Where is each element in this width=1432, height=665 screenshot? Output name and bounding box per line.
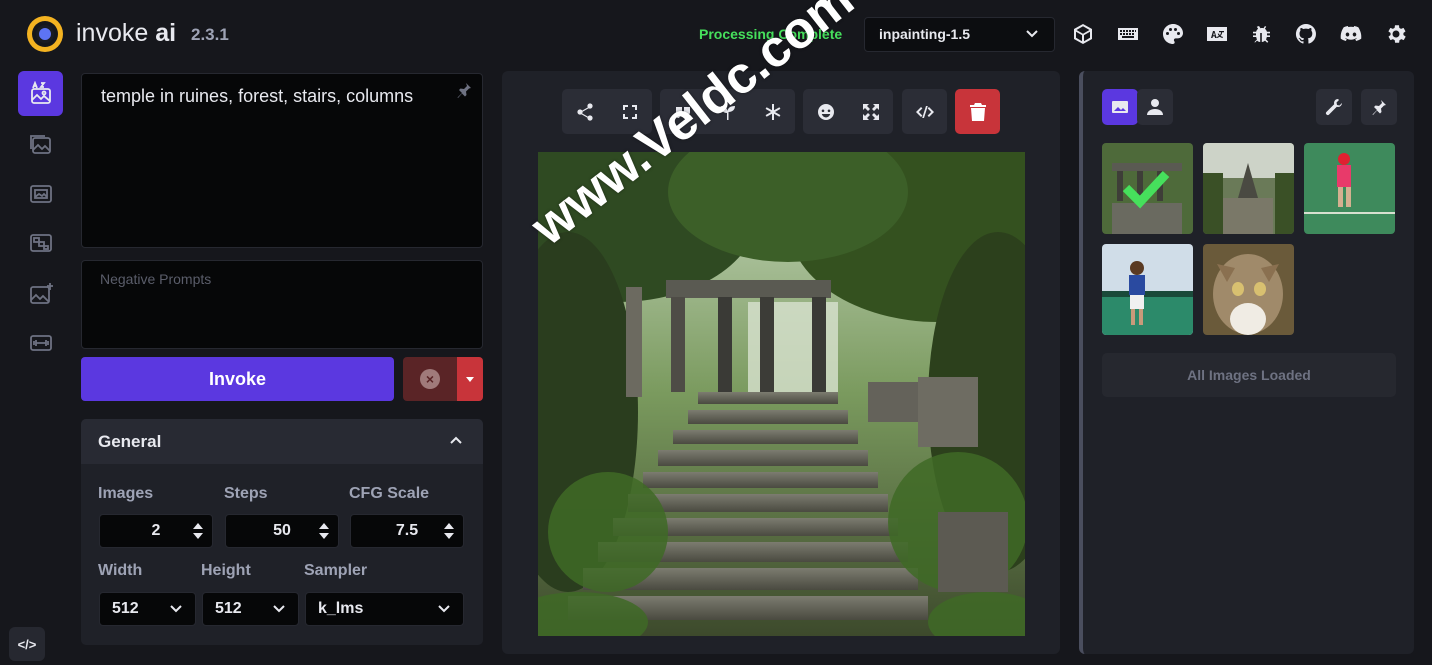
nav-training[interactable] [18,320,63,365]
height-select[interactable]: 512 [202,592,299,626]
close-icon: × [420,369,440,389]
cube-icon[interactable] [1069,20,1097,48]
gear-icon[interactable] [1382,20,1410,48]
cfg-scale-value: 7.5 [395,522,419,539]
brand-name: invoke ai [76,19,177,47]
user-icon [1147,99,1163,115]
image-icon [1112,101,1128,113]
steps-value: 50 [273,522,291,539]
gallery-user-tab[interactable] [1137,89,1173,125]
gallery-generations-tab[interactable] [1102,89,1138,125]
discord-icon[interactable] [1337,20,1365,48]
images-value: 2 [151,522,161,539]
logo-icon [27,16,63,52]
bug-icon[interactable] [1248,20,1276,48]
chevron-up-icon [450,436,462,444]
asterisk-icon [765,103,780,120]
all-images-loaded-status: All Images Loaded [1102,353,1396,397]
metadata-toolbar [902,89,947,134]
model-select[interactable]: inpainting-1.5 [864,17,1055,52]
gallery-thumbnail[interactable] [1304,143,1395,234]
code-icon: </> [17,636,37,652]
steps-label: Steps [224,485,268,502]
keyboard-icon[interactable] [1114,20,1142,48]
delete-image-button[interactable] [955,89,1000,134]
expand-arrows-icon [862,103,879,120]
prompt-input[interactable]: temple in ruines, forest, stairs, column… [81,73,483,248]
gallery-thumbnail[interactable] [1203,244,1294,335]
trash-icon [969,102,986,121]
gallery-settings-button[interactable] [1316,89,1352,125]
current-image [538,152,1025,636]
postprocessing-icon [29,282,53,304]
gallery-thumbnail[interactable] [1102,143,1193,234]
unified-canvas-icon [29,184,52,203]
prompt-text: temple in ruines, forest, stairs, column… [101,86,414,106]
width-value: 512 [112,600,139,617]
general-title: General [98,432,162,451]
chevron-down-icon [438,605,450,613]
images-input[interactable]: 2 [99,514,213,548]
share-button[interactable] [562,89,607,134]
chevron-down-icon [1026,30,1038,38]
caret-down-icon [466,377,474,382]
wrench-icon [1325,99,1342,116]
show-metadata-button[interactable] [902,89,947,134]
chevron-down-icon [273,605,285,613]
gallery-thumbnail[interactable] [1203,143,1294,234]
console-toggle-button[interactable]: </> [9,627,45,661]
gallery-thumbnail[interactable] [1102,244,1193,335]
nodes-icon [29,233,52,252]
stepper-icon[interactable] [192,521,204,541]
nav-text-to-image[interactable] [18,71,63,116]
negative-prompt-placeholder: Negative Prompts [100,271,212,287]
negative-prompt-input[interactable]: Negative Prompts [81,260,483,349]
cancel-options-button[interactable] [457,357,483,401]
pin-icon [1372,100,1386,115]
steps-input[interactable]: 50 [225,514,339,548]
palette-icon[interactable] [1159,20,1187,48]
text-to-image-icon [30,80,51,104]
translate-icon[interactable] [1203,20,1231,48]
cfg-scale-label: CFG Scale [349,485,430,502]
pin-icon[interactable] [456,82,472,98]
sampler-value: k_lms [318,600,364,617]
github-icon[interactable] [1292,20,1320,48]
nav-image-to-image[interactable] [18,121,63,166]
nav-nodes[interactable] [18,220,63,265]
invoke-button[interactable]: Invoke [81,357,394,401]
stepper-icon[interactable] [443,521,455,541]
postprocess-toolbar [803,89,893,134]
stepper-icon[interactable] [318,521,330,541]
cancel-button[interactable]: × [403,357,457,401]
gallery-pin-button[interactable] [1361,89,1397,125]
nav-unified-canvas[interactable] [18,171,63,216]
image-to-image-icon [29,134,51,154]
sampler-select[interactable]: k_lms [305,592,464,626]
chevron-down-icon [170,605,182,613]
general-panel: General Images Steps CFG Scale 2 50 7.5 … [81,419,483,645]
sampler-label: Sampler [304,562,368,579]
version-label: 2.3.1 [191,25,229,44]
images-label: Images [98,485,154,502]
restore-faces-button[interactable] [803,89,848,134]
share-icon [576,102,593,121]
upscale-button[interactable] [848,89,893,134]
code-icon [915,105,934,118]
general-panel-header[interactable]: General [81,419,483,464]
model-select-value: inpainting-1.5 [879,26,970,42]
face-icon [817,103,834,120]
width-label: Width [98,562,143,579]
width-select[interactable]: 512 [99,592,196,626]
cfg-scale-input[interactable]: 7.5 [350,514,464,548]
training-icon [29,334,52,351]
height-label: Height [201,562,251,579]
nav-postprocessing[interactable] [18,271,63,316]
height-value: 512 [215,600,242,617]
